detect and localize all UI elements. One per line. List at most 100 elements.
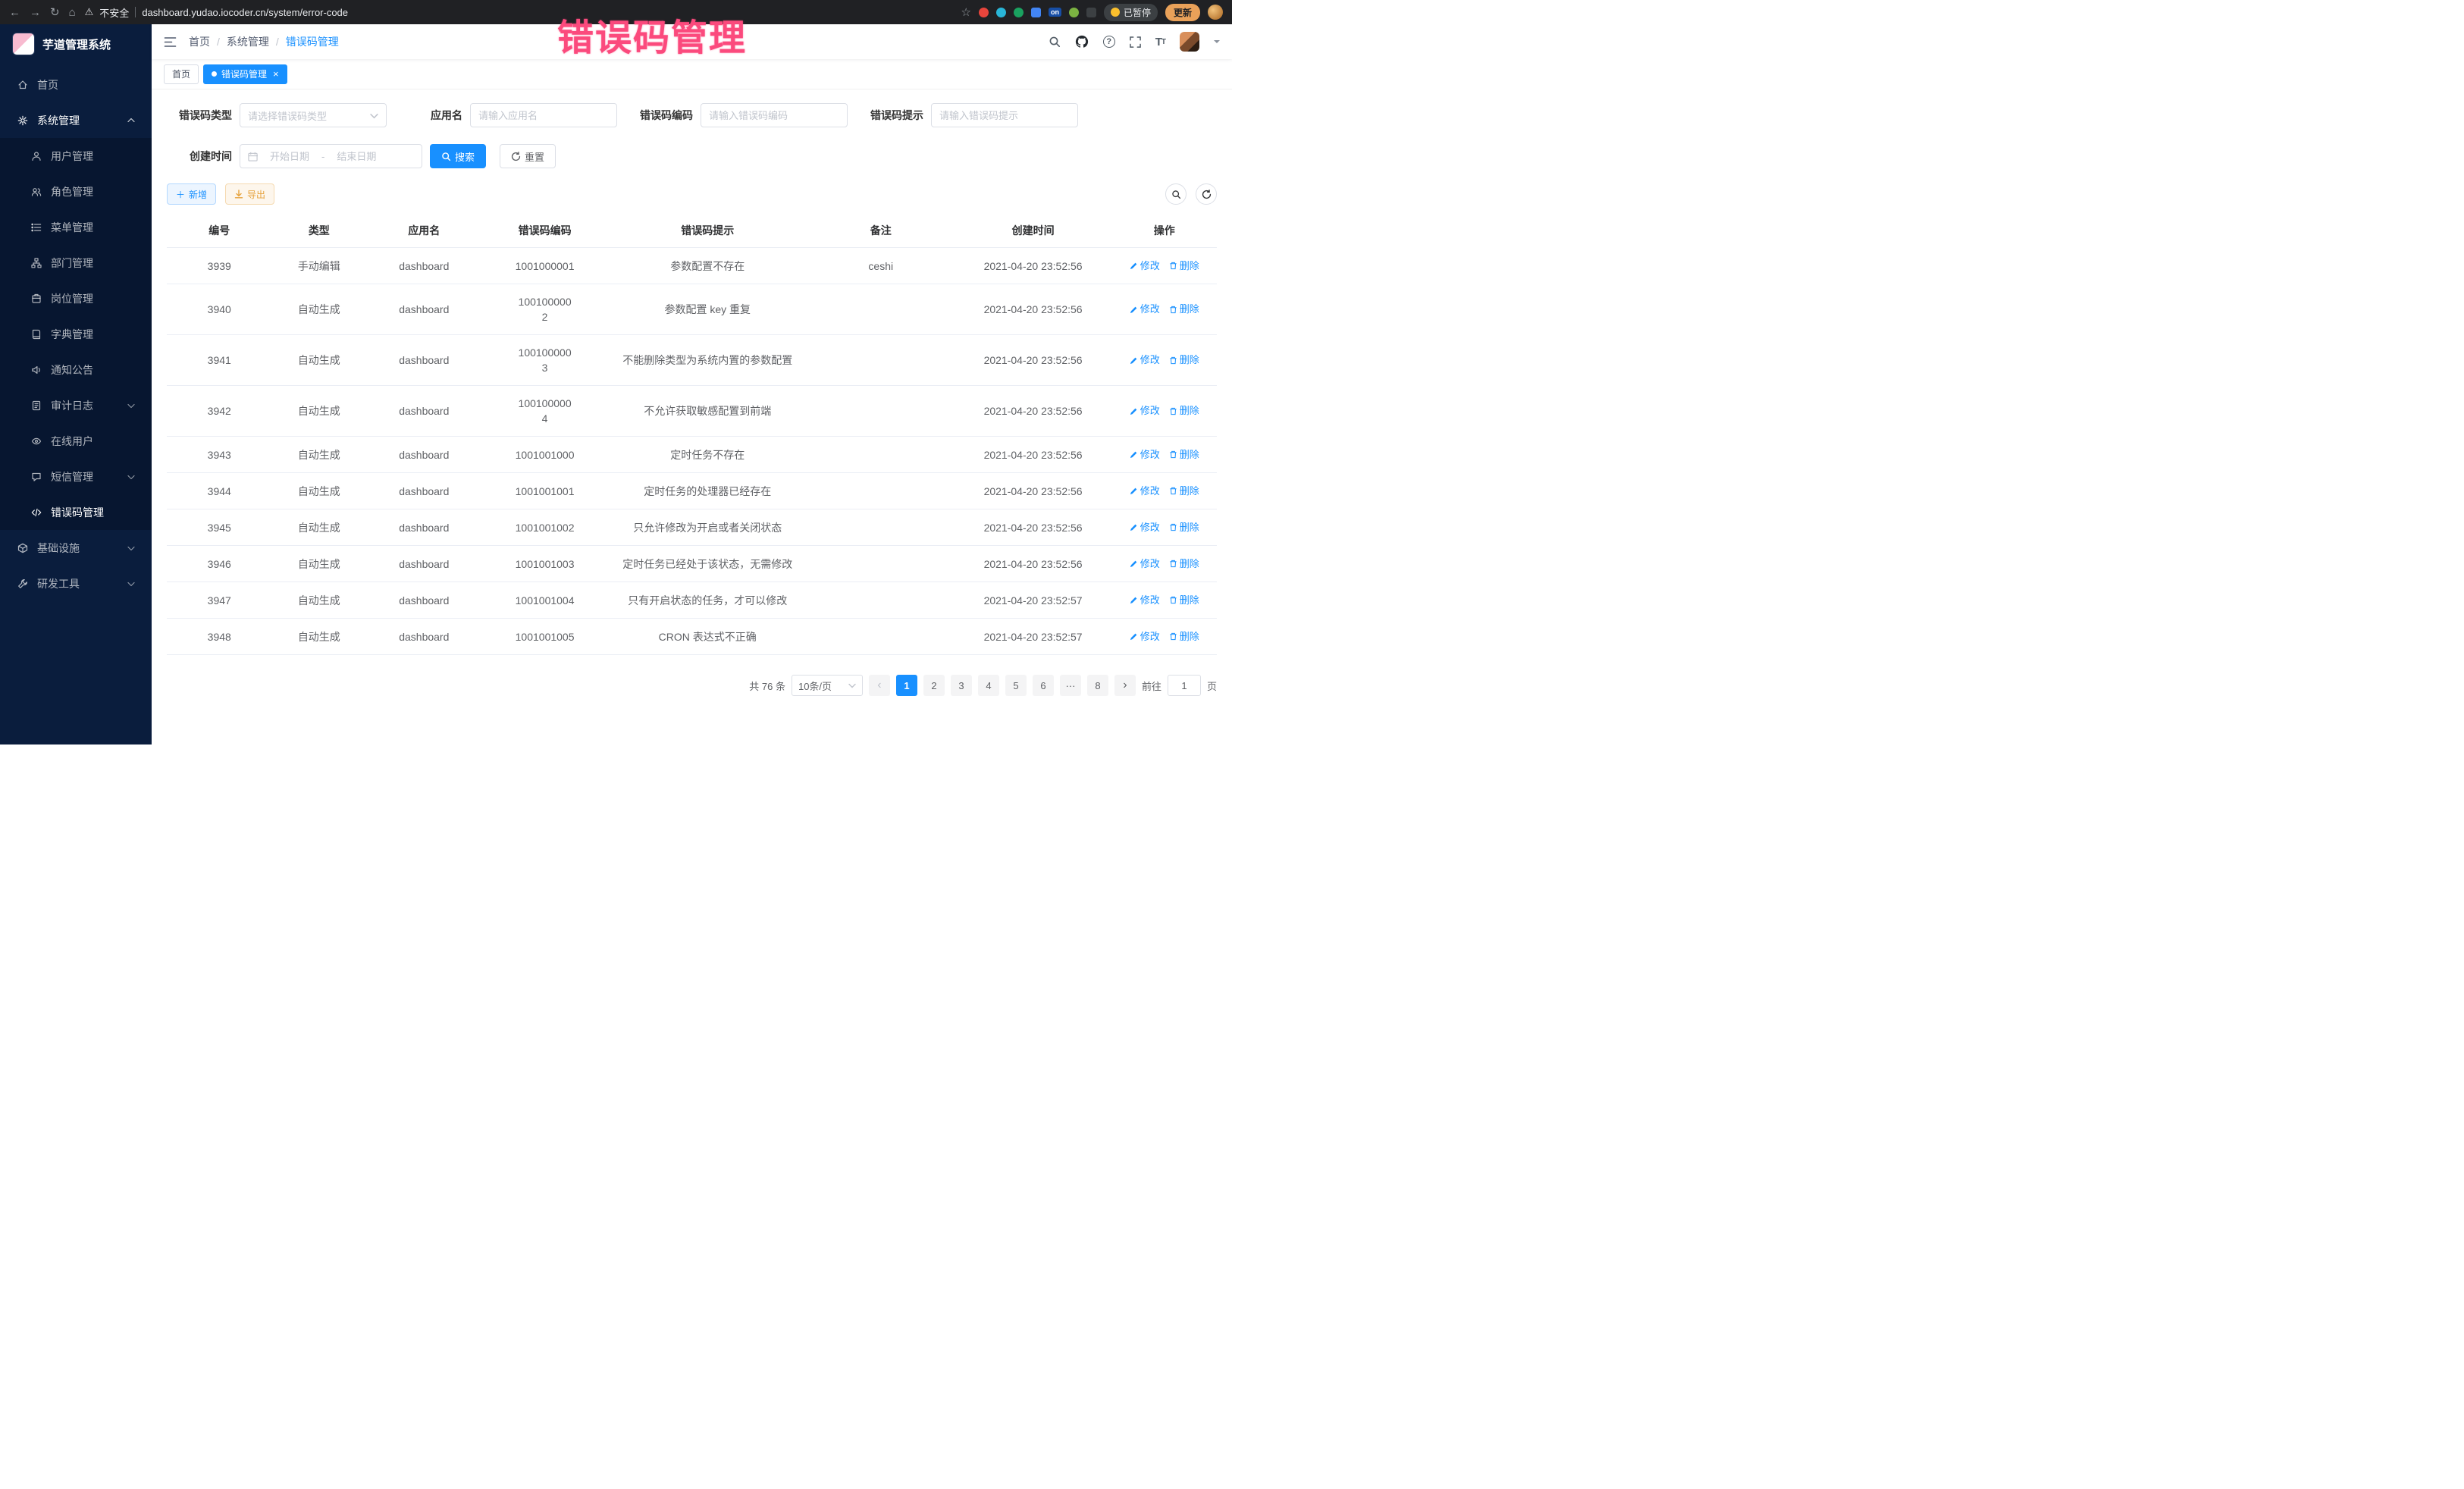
home-icon[interactable]: ⌂	[69, 7, 76, 18]
prev-page-button[interactable]: ‹	[869, 675, 890, 696]
sidebar-item-home[interactable]: 首页	[0, 67, 152, 102]
date-range-picker[interactable]: -	[240, 144, 422, 168]
edit-link[interactable]: 修改	[1130, 593, 1160, 608]
delete-link[interactable]: 删除	[1169, 403, 1199, 418]
extension-icon[interactable]	[979, 8, 989, 17]
font-size-icon[interactable]: TT	[1155, 36, 1165, 49]
org-tree-icon	[30, 258, 42, 268]
sidebar-item-audit-log[interactable]: 审计日志	[0, 387, 152, 423]
user-avatar[interactable]	[1180, 32, 1199, 52]
cube-icon	[17, 543, 29, 553]
page-button-8[interactable]: 8	[1087, 675, 1108, 696]
fullscreen-icon[interactable]	[1130, 36, 1141, 48]
delete-link[interactable]: 删除	[1169, 520, 1199, 535]
delete-link[interactable]: 删除	[1169, 556, 1199, 572]
sidebar-item-users[interactable]: 用户管理	[0, 138, 152, 174]
edit-link[interactable]: 修改	[1130, 302, 1160, 317]
address-bar[interactable]: ⚠ 不安全 dashboard.yudao.iocoder.cn/system/…	[85, 5, 952, 20]
extension-icon[interactable]	[1014, 8, 1024, 17]
sidebar-item-error-code[interactable]: 错误码管理	[0, 494, 152, 530]
app-logo-row[interactable]: 芋道管理系统	[0, 24, 152, 64]
toggle-search-button[interactable]	[1165, 183, 1187, 205]
error-type-select[interactable]: 请选择错误码类型	[240, 103, 387, 127]
page-button-1[interactable]: 1	[896, 675, 917, 696]
sidebar-item-dev-tools[interactable]: 研发工具	[0, 566, 152, 601]
edit-link[interactable]: 修改	[1130, 520, 1160, 535]
forward-icon[interactable]: →	[30, 7, 41, 18]
sidebar-item-roles[interactable]: 角色管理	[0, 174, 152, 209]
refresh-icon	[1202, 190, 1212, 199]
delete-link[interactable]: 删除	[1169, 353, 1199, 368]
edit-link[interactable]: 修改	[1130, 484, 1160, 499]
delete-link[interactable]: 删除	[1169, 447, 1199, 462]
table-row: 3945 自动生成 dashboard 1001001002 只允许修改为开启或…	[167, 509, 1217, 546]
page-button-2[interactable]: 2	[923, 675, 945, 696]
paused-label: 已暂停	[1124, 6, 1151, 19]
edit-link[interactable]: 修改	[1130, 259, 1160, 274]
edit-link[interactable]: 修改	[1130, 353, 1160, 368]
sidebar-item-infrastructure[interactable]: 基础设施	[0, 530, 152, 566]
date-start-input[interactable]	[262, 151, 317, 162]
date-end-input[interactable]	[329, 151, 384, 162]
page-button-5[interactable]: 5	[1005, 675, 1027, 696]
avatar-caret-icon[interactable]	[1214, 40, 1220, 46]
menu-fold-icon[interactable]	[164, 36, 177, 48]
reload-icon[interactable]: ↻	[50, 7, 60, 18]
column-header: 类型	[272, 214, 367, 247]
sidebar-item-notice[interactable]: 通知公告	[0, 352, 152, 387]
page-button-3[interactable]: 3	[951, 675, 972, 696]
extension-icon[interactable]	[996, 8, 1006, 17]
sidebar-item-sms[interactable]: 短信管理	[0, 459, 152, 494]
breadcrumb-system[interactable]: 系统管理	[227, 34, 269, 49]
breadcrumb-home[interactable]: 首页	[189, 34, 210, 49]
search-button[interactable]: 搜索	[430, 144, 486, 168]
delete-link[interactable]: 删除	[1169, 593, 1199, 608]
tab-error-code[interactable]: 错误码管理 ×	[203, 64, 287, 84]
reset-button[interactable]: 重置	[500, 144, 556, 168]
export-button[interactable]: 导出	[225, 183, 274, 205]
edit-icon	[1130, 487, 1138, 495]
page-size-select[interactable]: 10条/页	[792, 675, 863, 696]
add-button[interactable]: ＋ 新增	[167, 183, 216, 205]
extension-icon[interactable]	[1069, 8, 1079, 17]
page-more-button[interactable]: ···	[1060, 675, 1081, 696]
browser-profile-avatar[interactable]	[1208, 5, 1223, 20]
sidebar-item-system[interactable]: 系统管理	[0, 102, 152, 138]
next-page-button[interactable]: ›	[1114, 675, 1136, 696]
edit-link[interactable]: 修改	[1130, 403, 1160, 418]
search-icon[interactable]	[1049, 36, 1061, 48]
page-button-6[interactable]: 6	[1033, 675, 1054, 696]
download-icon	[234, 190, 243, 199]
paused-badge[interactable]: 已暂停	[1104, 4, 1158, 21]
edit-link[interactable]: 修改	[1130, 447, 1160, 462]
goto-page-input[interactable]	[1168, 675, 1201, 696]
close-tab-icon[interactable]: ×	[273, 69, 279, 79]
header-actions: ? TT	[1049, 32, 1220, 52]
puzzle-icon[interactable]	[1086, 8, 1096, 17]
update-button[interactable]: 更新	[1165, 4, 1200, 21]
delete-link[interactable]: 删除	[1169, 259, 1199, 274]
edit-link[interactable]: 修改	[1130, 556, 1160, 572]
sidebar-item-online-users[interactable]: 在线用户	[0, 423, 152, 459]
bookmark-star-icon[interactable]: ☆	[961, 7, 971, 18]
sidebar-item-menus[interactable]: 菜单管理	[0, 209, 152, 245]
sidebar-item-posts[interactable]: 岗位管理	[0, 281, 152, 316]
edit-icon	[1130, 306, 1138, 314]
page-button-4[interactable]: 4	[978, 675, 999, 696]
extension-icon[interactable]	[1031, 8, 1041, 17]
delete-link[interactable]: 删除	[1169, 484, 1199, 499]
help-icon[interactable]: ?	[1103, 36, 1115, 48]
sidebar-item-dict[interactable]: 字典管理	[0, 316, 152, 352]
back-icon[interactable]: ←	[9, 7, 20, 18]
delete-link[interactable]: 删除	[1169, 629, 1199, 644]
error-message-input[interactable]	[939, 110, 1070, 121]
delete-link[interactable]: 删除	[1169, 302, 1199, 317]
sidebar-item-depts[interactable]: 部门管理	[0, 245, 152, 281]
tab-home[interactable]: 首页	[164, 64, 199, 84]
error-code-input[interactable]	[709, 110, 839, 121]
github-icon[interactable]	[1075, 35, 1089, 49]
refresh-table-button[interactable]	[1196, 183, 1217, 205]
app-name-input[interactable]	[478, 110, 609, 121]
edit-link[interactable]: 修改	[1130, 629, 1160, 644]
extension-badge[interactable]: on	[1049, 8, 1061, 17]
